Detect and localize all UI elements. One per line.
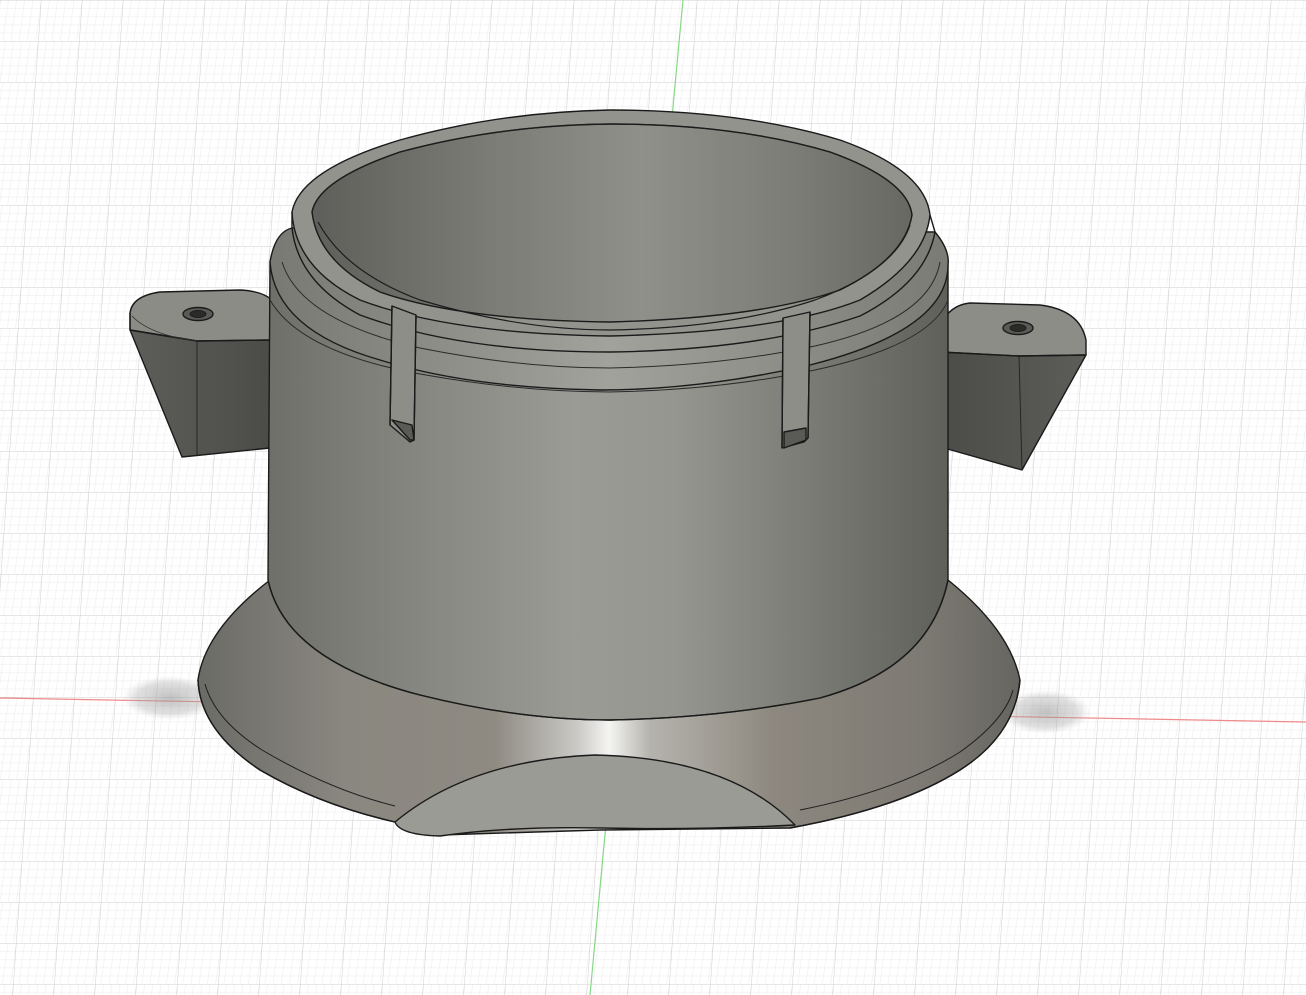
right-slot-clip[interactable] xyxy=(781,311,811,449)
viewport-canvas[interactable] xyxy=(0,0,1306,995)
cad-viewport[interactable] xyxy=(0,0,1306,995)
left-slot-clip[interactable] xyxy=(389,305,417,443)
